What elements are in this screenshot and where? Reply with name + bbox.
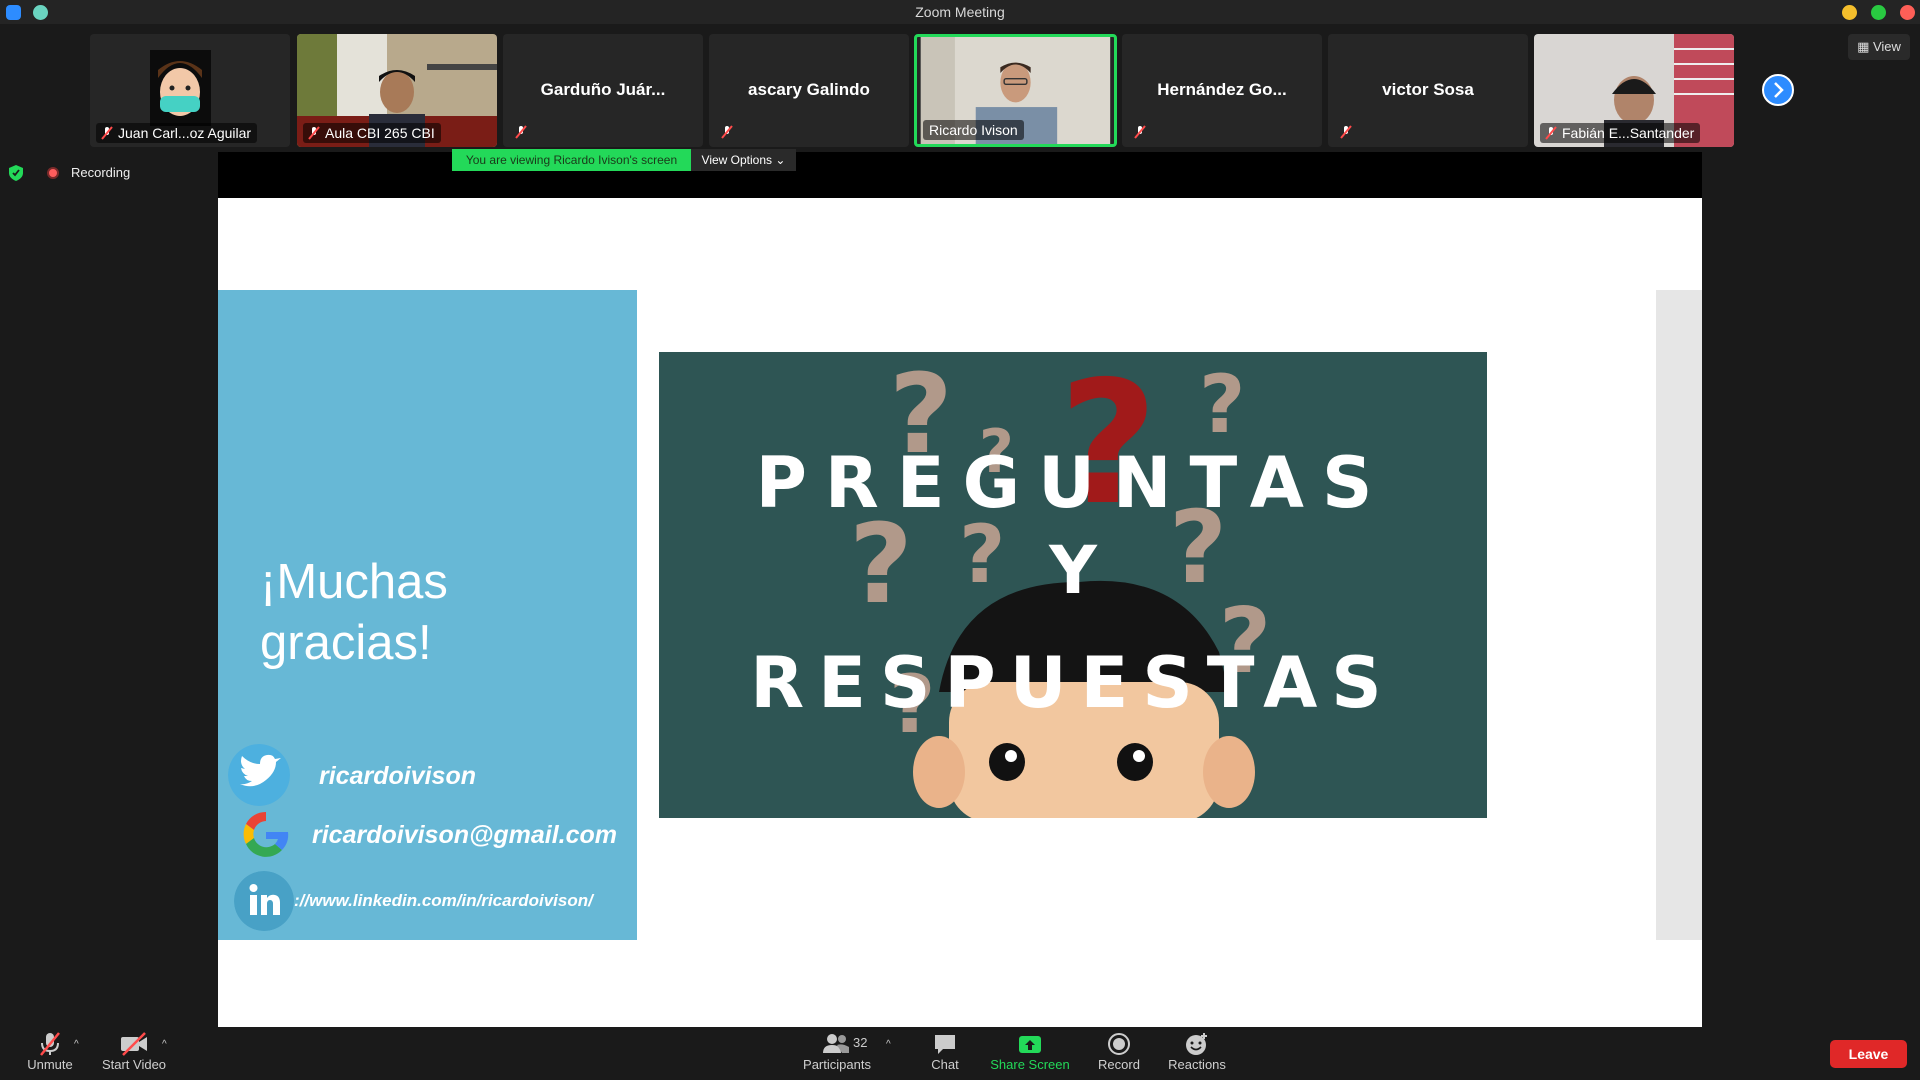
participant-tile[interactable]: ascary Galindo bbox=[709, 34, 909, 147]
participant-name: Ricardo Ivison bbox=[923, 120, 1024, 140]
participant-tile[interactable]: victor Sosa bbox=[1328, 34, 1528, 147]
recording-icon bbox=[47, 167, 59, 179]
window-title: Zoom Meeting bbox=[915, 4, 1005, 20]
minimize-button[interactable] bbox=[1842, 5, 1857, 20]
linkedin-url: ://www.linkedin.com/in/ricardoivison/ bbox=[294, 891, 593, 910]
mic-muted-icon bbox=[101, 126, 113, 140]
qa-illustration: ? ? ? ? ? ? ? ? ? PREGUNTAS Y RESPUESTAS bbox=[659, 352, 1487, 818]
twitter-icon bbox=[228, 744, 290, 806]
google-icon bbox=[243, 811, 289, 857]
shared-screen: ¡Muchas gracias! ricardoivison ricardoiv… bbox=[218, 152, 1702, 1027]
chevron-right-icon bbox=[1774, 82, 1784, 98]
mic-muted-icon bbox=[1545, 126, 1557, 140]
reactions-icon bbox=[1186, 1033, 1207, 1055]
mic-muted-icon bbox=[308, 126, 320, 140]
thanks-heading: ¡Muchas gracias! bbox=[260, 555, 448, 670]
svg-text:?: ? bbox=[1199, 358, 1245, 451]
twitter-handle: ricardoivison bbox=[319, 762, 476, 790]
participant-tile[interactable]: Juan Carl...oz Aguilar bbox=[90, 34, 290, 147]
share-screen-icon bbox=[1019, 1036, 1041, 1053]
record-icon bbox=[1108, 1033, 1130, 1055]
maximize-button[interactable] bbox=[1871, 5, 1886, 20]
qa-title-line3: RESPUESTAS bbox=[750, 642, 1396, 724]
share-screen-button[interactable]: Share Screen bbox=[988, 1031, 1072, 1072]
grid-icon: ▦ bbox=[1857, 39, 1870, 54]
encryption-shield-icon[interactable] bbox=[9, 165, 23, 181]
qa-title-line1: PREGUNTAS bbox=[755, 442, 1391, 524]
participant-name: Fabián E...Santander bbox=[1540, 123, 1701, 143]
participant-name: victor Sosa bbox=[1382, 80, 1474, 99]
mic-muted-icon bbox=[1340, 125, 1352, 139]
participants-strip: Juan Carl...oz Aguilar Aula CBI 265 CBI … bbox=[0, 24, 1920, 152]
title-bar: Zoom Meeting bbox=[0, 0, 1920, 24]
chevron-down-icon: ⌄ bbox=[775, 153, 786, 167]
participant-name: Garduño Juár... bbox=[540, 80, 666, 99]
unmute-button[interactable]: Unmute bbox=[20, 1031, 80, 1072]
recording-label: Recording bbox=[71, 165, 131, 180]
reactions-button[interactable]: Reactions bbox=[1165, 1031, 1229, 1072]
participant-tile[interactable]: Garduño Juár... bbox=[503, 34, 703, 147]
participant-name: Aula CBI 265 CBI bbox=[303, 123, 441, 143]
audio-options-caret[interactable]: ^ bbox=[74, 1039, 79, 1050]
qa-title-line2: Y bbox=[1049, 532, 1097, 609]
start-video-button[interactable]: Start Video bbox=[97, 1031, 171, 1072]
record-button[interactable]: Record bbox=[1093, 1031, 1145, 1072]
participants-count: 32 bbox=[853, 1035, 868, 1050]
viewing-screen-banner: You are viewing Ricardo Ivison's screen bbox=[452, 149, 691, 171]
participants-button[interactable]: 32 Participants bbox=[800, 1031, 874, 1072]
active-speaker-tile[interactable]: Ricardo Ivison bbox=[914, 34, 1117, 147]
mic-muted-icon bbox=[1134, 125, 1146, 139]
mic-muted-icon bbox=[40, 1032, 60, 1056]
mic-muted-icon bbox=[721, 125, 733, 139]
linkedin-icon bbox=[234, 871, 294, 931]
close-button[interactable] bbox=[1900, 5, 1915, 20]
leave-button[interactable]: Leave bbox=[1830, 1040, 1907, 1068]
participant-tile[interactable]: Fabián E...Santander bbox=[1534, 34, 1734, 147]
chat-icon bbox=[935, 1035, 955, 1054]
mic-muted-icon bbox=[515, 125, 527, 139]
participants-options-caret[interactable]: ^ bbox=[886, 1039, 891, 1050]
view-button[interactable]: ▦ View bbox=[1848, 34, 1910, 60]
participant-name: Hernández Go... bbox=[1157, 80, 1287, 99]
view-options-dropdown[interactable]: View Options ⌄ bbox=[691, 149, 796, 171]
participants-icon bbox=[823, 1034, 849, 1053]
participant-tile[interactable]: Aula CBI 265 CBI bbox=[297, 34, 497, 147]
contact-panel: ¡Muchas gracias! ricardoivison ricardoiv… bbox=[218, 290, 637, 940]
video-options-caret[interactable]: ^ bbox=[162, 1039, 167, 1050]
email-address: ricardoivison@gmail.com bbox=[312, 821, 618, 849]
participant-name: ascary Galindo bbox=[748, 80, 870, 99]
participant-tile[interactable]: Hernández Go... bbox=[1122, 34, 1322, 147]
chat-button[interactable]: Chat bbox=[920, 1031, 970, 1072]
next-page-button[interactable] bbox=[1762, 74, 1794, 106]
presentation-slide: ¡Muchas gracias! ricardoivison ricardoiv… bbox=[218, 198, 1702, 1027]
meeting-toolbar: Unmute ^ Start Video ^ 32 Participants ^… bbox=[0, 1027, 1920, 1080]
next-slide-edge bbox=[1656, 290, 1702, 940]
video-off-icon bbox=[121, 1032, 147, 1056]
participant-name: Juan Carl...oz Aguilar bbox=[96, 123, 258, 143]
